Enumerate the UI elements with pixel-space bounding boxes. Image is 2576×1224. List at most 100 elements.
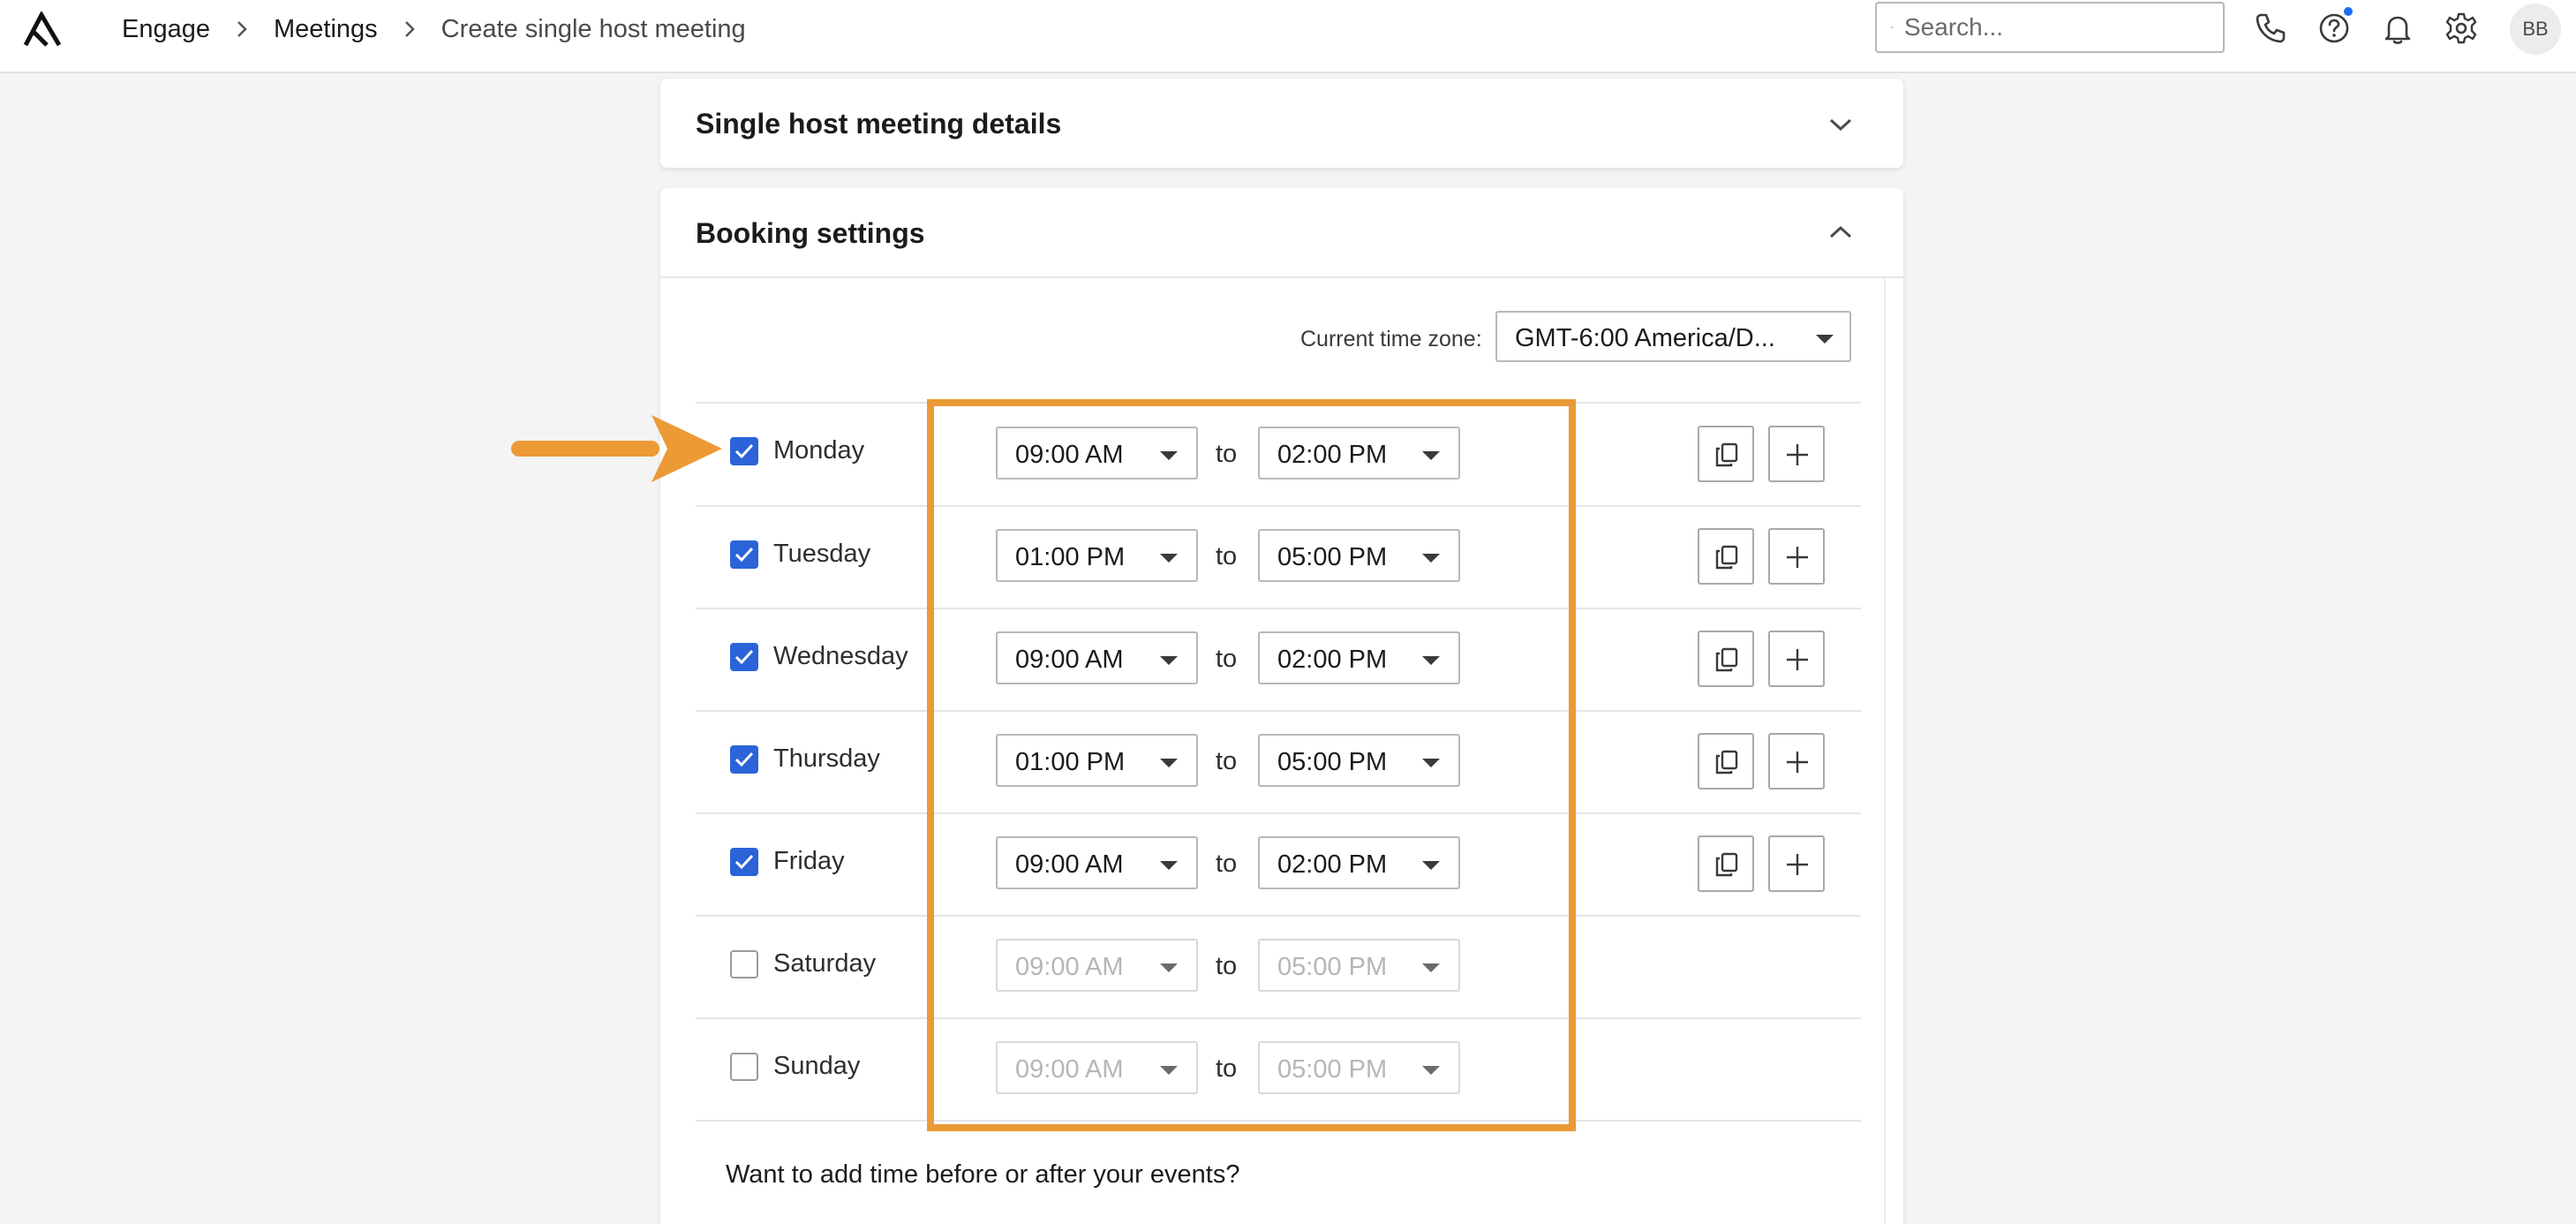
to-label: to	[1216, 747, 1238, 775]
copy-times-button[interactable]	[1698, 835, 1754, 892]
check-icon	[734, 547, 754, 563]
help-icon[interactable]	[2316, 11, 2352, 46]
check-icon	[734, 854, 754, 870]
divider	[696, 710, 1861, 712]
copy-icon	[1715, 647, 1738, 672]
caret-down-icon	[1160, 963, 1178, 972]
start-time-value: 01:00 PM	[1015, 748, 1126, 776]
divider	[696, 1017, 1861, 1019]
breadcrumb-current-page: Create single host meeting	[441, 14, 746, 43]
start-time-select[interactable]: 09:00 AM	[996, 427, 1198, 480]
caret-down-icon	[1422, 1066, 1440, 1075]
add-interval-button[interactable]	[1768, 631, 1825, 687]
check-icon	[734, 752, 754, 767]
end-time-value: 05:00 PM	[1277, 543, 1388, 571]
day-label: Tuesday	[773, 540, 871, 568]
caret-down-icon	[1422, 451, 1440, 460]
divider	[696, 402, 1861, 404]
end-time-select: 05:00 PM	[1258, 1041, 1460, 1094]
end-time-value: 05:00 PM	[1277, 748, 1388, 776]
end-time-select[interactable]: 02:00 PM	[1258, 427, 1460, 480]
end-time-value: 05:00 PM	[1277, 1055, 1388, 1084]
copy-icon	[1715, 545, 1738, 570]
plus-icon	[1787, 854, 1808, 875]
plus-icon	[1787, 547, 1808, 568]
caret-down-icon	[1160, 861, 1178, 870]
copy-icon	[1715, 750, 1738, 774]
caret-down-icon	[1422, 759, 1440, 767]
start-time-value: 09:00 AM	[1015, 953, 1124, 981]
start-time-select[interactable]: 09:00 AM	[996, 836, 1198, 889]
divider	[696, 608, 1861, 609]
search-input[interactable]	[1904, 13, 2223, 42]
copy-icon	[1715, 442, 1738, 467]
checkbox-sunday[interactable]	[730, 1053, 758, 1081]
day-label: Sunday	[773, 1052, 861, 1080]
end-time-select[interactable]: 05:00 PM	[1258, 734, 1460, 787]
breadcrumb-meetings[interactable]: Meetings	[274, 15, 378, 44]
chevron-right-icon	[404, 21, 415, 37]
divider	[660, 276, 1903, 278]
start-time-select[interactable]: 09:00 AM	[996, 631, 1198, 684]
divider	[1884, 278, 1886, 1224]
phone-icon[interactable]	[2253, 11, 2288, 46]
checkbox-wednesday[interactable]	[730, 643, 758, 671]
copy-times-button[interactable]	[1698, 528, 1754, 585]
add-interval-button[interactable]	[1768, 528, 1825, 585]
caret-down-icon	[1160, 554, 1178, 563]
notification-dot	[2344, 7, 2353, 16]
day-label: Wednesday	[773, 642, 908, 670]
end-time-value: 02:00 PM	[1277, 850, 1388, 879]
end-time-select[interactable]: 05:00 PM	[1258, 529, 1460, 582]
avatar[interactable]: BB	[2510, 4, 2561, 55]
copy-times-button[interactable]	[1698, 733, 1754, 790]
to-label: to	[1216, 850, 1238, 878]
timezone-label: Current time zone:	[1300, 327, 1482, 351]
checkbox-monday[interactable]	[730, 437, 758, 465]
end-time-select[interactable]: 02:00 PM	[1258, 631, 1460, 684]
bell-icon[interactable]	[2380, 11, 2415, 46]
start-time-select: 09:00 AM	[996, 1041, 1198, 1094]
start-time-select[interactable]: 01:00 PM	[996, 529, 1198, 582]
caret-down-icon	[1160, 1066, 1178, 1075]
section-title: Booking settings	[696, 217, 925, 249]
add-interval-button[interactable]	[1768, 733, 1825, 790]
divider	[696, 505, 1861, 507]
checkbox-thursday[interactable]	[730, 745, 758, 774]
end-time-value: 02:00 PM	[1277, 441, 1388, 469]
gear-icon[interactable]	[2444, 11, 2479, 46]
chevron-down-icon[interactable]	[1827, 116, 1854, 133]
logo-icon[interactable]	[22, 11, 63, 47]
section-title: Single host meeting details	[696, 108, 1062, 140]
search-icon	[1891, 26, 1894, 29]
start-time-value: 09:00 AM	[1015, 441, 1124, 469]
add-interval-button[interactable]	[1768, 835, 1825, 892]
copy-times-button[interactable]	[1698, 631, 1754, 687]
caret-down-icon	[1160, 451, 1178, 460]
add-interval-button[interactable]	[1768, 426, 1825, 482]
start-time-value: 01:00 PM	[1015, 543, 1126, 571]
divider	[696, 812, 1861, 814]
check-icon	[734, 649, 754, 665]
to-label: to	[1216, 645, 1238, 673]
chevron-up-icon[interactable]	[1827, 223, 1854, 241]
meeting-details-section[interactable]: Single host meeting details	[660, 79, 1903, 168]
end-time-value: 05:00 PM	[1277, 953, 1388, 981]
breadcrumb-engage[interactable]: Engage	[122, 15, 210, 44]
caret-down-icon	[1160, 759, 1178, 767]
checkbox-friday[interactable]	[730, 848, 758, 876]
copy-times-button[interactable]	[1698, 426, 1754, 482]
caret-down-icon	[1422, 554, 1440, 563]
checkbox-tuesday[interactable]	[730, 540, 758, 569]
caret-down-icon	[1160, 656, 1178, 665]
divider	[696, 1120, 1861, 1122]
to-label: to	[1216, 952, 1238, 980]
checkbox-saturday[interactable]	[730, 950, 758, 978]
end-time-select[interactable]: 02:00 PM	[1258, 836, 1460, 889]
search-box[interactable]	[1875, 2, 2225, 53]
start-time-select[interactable]: 01:00 PM	[996, 734, 1198, 787]
caret-down-icon	[1422, 861, 1440, 870]
timezone-select[interactable]: GMT-6:00 America/D...	[1495, 311, 1851, 362]
day-label: Friday	[773, 847, 845, 875]
to-label: to	[1216, 542, 1238, 570]
